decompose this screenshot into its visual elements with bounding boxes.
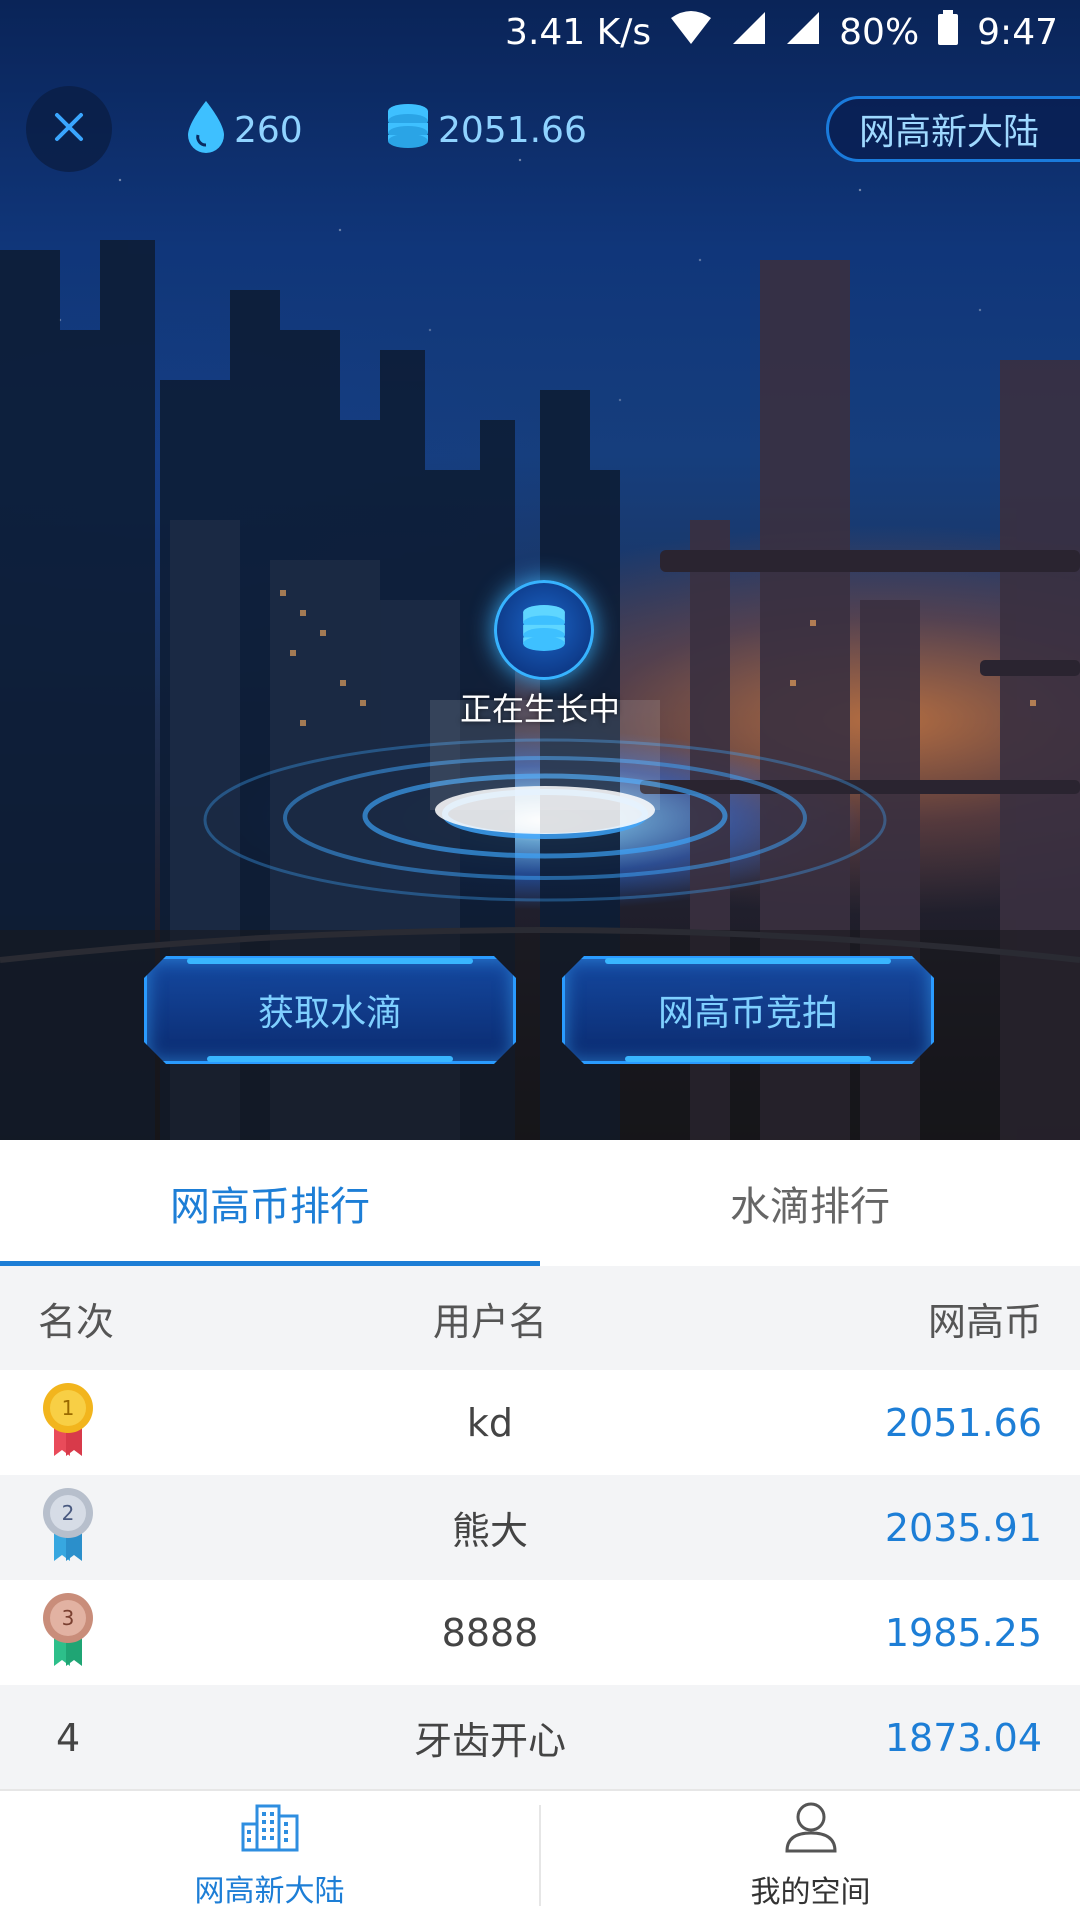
- table-row: 3 8888 1985.25: [0, 1580, 1080, 1685]
- battery-percent: 80%: [839, 11, 920, 53]
- clock: 9:47: [977, 11, 1058, 53]
- ranking-table-header: 名次 用户名 网高币: [0, 1266, 1080, 1370]
- tab-coin-ranking-label: 网高币排行: [170, 1184, 370, 1230]
- row-coins: 2051.66: [884, 1400, 1042, 1445]
- bottom-navigation: 网高新大陆 我的空间: [0, 1789, 1080, 1920]
- header-username: 用户名: [432, 1299, 547, 1344]
- battery-icon: [937, 9, 959, 55]
- row-username: 熊大: [451, 1509, 528, 1553]
- row-coins: 2035.91: [884, 1505, 1042, 1550]
- nav-my-space[interactable]: 我的空间: [541, 1791, 1080, 1920]
- tab-drops-ranking-label: 水滴排行: [730, 1184, 890, 1230]
- network-speed: 3.41 K/s: [505, 11, 652, 53]
- nav-new-continent[interactable]: 网高新大陆: [0, 1791, 539, 1920]
- status-bar: 3.41 K/s 80% 9:47: [0, 0, 1080, 64]
- realm-button-label: 网高新大陆: [859, 112, 1040, 153]
- coins-value: 2051.66: [438, 109, 587, 151]
- coin-auction-button[interactable]: 网高币竞拍: [562, 956, 934, 1064]
- silver-medal-icon: 2: [38, 1488, 98, 1574]
- nav-new-continent-label: 网高新大陆: [194, 1873, 345, 1909]
- header-coins: 网高币: [927, 1299, 1042, 1344]
- coins-counter: 2051.66: [386, 100, 587, 160]
- growth-orb[interactable]: [494, 580, 594, 680]
- drops-counter: 260: [186, 100, 303, 160]
- coin-stack-icon: [519, 604, 569, 656]
- realm-button[interactable]: 网高新大陆: [826, 96, 1080, 162]
- hero-scene: 3.41 K/s 80% 9:47 260 2051.66 网高新大陆 正在生长…: [0, 0, 1080, 1140]
- table-row: 1 kd 2051.66: [0, 1370, 1080, 1475]
- nav-my-space-label: 我的空间: [750, 1874, 871, 1910]
- coin-auction-label: 网高币竞拍: [657, 993, 838, 1034]
- close-icon: [53, 111, 85, 147]
- tab-coin-ranking[interactable]: 网高币排行: [0, 1140, 540, 1266]
- buildings-icon: [241, 1802, 299, 1860]
- tab-drops-ranking[interactable]: 水滴排行: [540, 1140, 1080, 1266]
- table-row: 2 熊大 2035.91: [0, 1475, 1080, 1580]
- row-coins: 1873.04: [884, 1715, 1042, 1760]
- svg-text:3: 3: [62, 1606, 75, 1630]
- bronze-medal-icon: 3: [38, 1593, 98, 1679]
- signal-icon-1: [731, 10, 767, 55]
- row-username: kd: [466, 1400, 514, 1445]
- ranking-tabs: 网高币排行 水滴排行: [0, 1140, 1080, 1266]
- signal-icon-2: [785, 10, 821, 55]
- close-button[interactable]: [26, 86, 112, 172]
- ranking-table-body: 1 kd 2051.66 2 熊大 2035.91 3 8888 1985.25…: [0, 1370, 1080, 1790]
- wifi-icon: [669, 10, 713, 55]
- gold-medal-icon: 1: [38, 1383, 98, 1469]
- drops-value: 260: [234, 109, 303, 151]
- coin-stack-icon: [386, 103, 430, 158]
- row-coins: 1985.25: [884, 1610, 1042, 1655]
- growth-status-label: 正在生长中: [459, 690, 620, 728]
- header-rank: 名次: [38, 1299, 115, 1344]
- svg-text:2: 2: [62, 1501, 75, 1525]
- row-username: 8888: [441, 1610, 539, 1655]
- table-row: 4 牙齿开心 1873.04: [0, 1685, 1080, 1790]
- svg-text:1: 1: [62, 1396, 75, 1420]
- row-rank: 4: [56, 1715, 81, 1760]
- row-username: 牙齿开心: [413, 1719, 566, 1763]
- get-drops-label: 获取水滴: [257, 993, 402, 1034]
- water-drop-icon: [186, 99, 226, 162]
- get-drops-button[interactable]: 获取水滴: [144, 956, 516, 1064]
- user-icon: [783, 1801, 839, 1861]
